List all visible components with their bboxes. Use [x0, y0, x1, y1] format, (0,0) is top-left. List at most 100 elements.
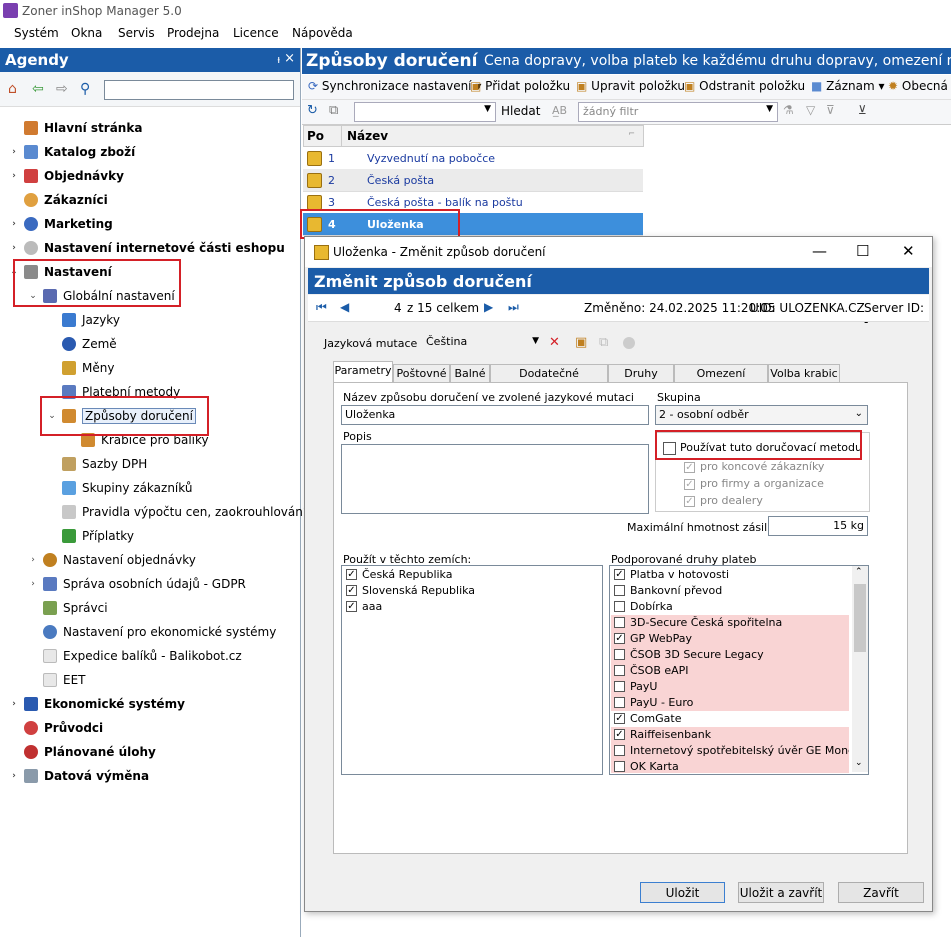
tree-eet[interactable]: EET — [27, 670, 86, 690]
tab-volba-krabic[interactable]: Volba krabic — [768, 364, 840, 383]
description-textarea[interactable] — [341, 444, 649, 514]
tree-planovane-ulohy[interactable]: Plánované úlohy — [8, 742, 156, 762]
payment-checkbox[interactable] — [614, 601, 625, 612]
tree-krabice-pro-baliky[interactable]: Krabice pro balíky — [65, 430, 209, 450]
list-item[interactable]: ✓ Česká Republika — [343, 567, 599, 583]
col-name-header[interactable]: Název ⌐ — [341, 125, 644, 147]
case-icon[interactable]: A̲B — [552, 104, 567, 117]
record-menu[interactable]: ■ Záznam ▾ — [811, 79, 885, 93]
for-firms-checkbox[interactable]: ✓ — [684, 479, 695, 490]
tree-marketing[interactable]: › Marketing — [8, 214, 113, 234]
menu-prodejna[interactable]: Prodejna — [167, 26, 219, 40]
close-button[interactable]: Zavřít — [838, 882, 924, 903]
save-button[interactable]: Uložit — [640, 882, 725, 903]
search-icon[interactable]: ⚲ — [80, 81, 90, 97]
menu-licence[interactable]: Licence — [233, 26, 279, 40]
tree-nastaveni-internetove-casti[interactable]: › Nastavení internetové části eshopu — [8, 238, 285, 258]
tree-ekonomicke-systemy[interactable]: › Ekonomické systémy — [8, 694, 185, 714]
tree-zpusoby-doruceni[interactable]: ⌄ Způsoby doručení — [46, 406, 196, 426]
tree-nastaveni-objednavky[interactable]: › Nastavení objednávky — [27, 550, 196, 570]
tree-datova-vymena[interactable]: › Datová výměna — [8, 766, 149, 786]
tree-jazyky[interactable]: Jazyky — [46, 310, 120, 330]
tree-sazby-dph[interactable]: Sazby DPH — [46, 454, 147, 474]
add-item-button[interactable]: ▣ Přidat položku — [470, 79, 570, 93]
refresh-icon[interactable]: ↻ — [307, 103, 318, 118]
tree-ekonomicke-systemy-nastaveni[interactable]: Nastavení pro ekonomické systémy — [27, 622, 276, 642]
list-item[interactable]: ✓ ComGate — [611, 711, 849, 727]
remove-item-button[interactable]: ▣ Odstranit položku — [684, 79, 805, 93]
menu-napoveda[interactable]: Nápověda — [292, 26, 353, 40]
menu-okna[interactable]: Okna — [71, 26, 102, 40]
home-icon[interactable]: ⌂ — [8, 81, 17, 97]
list-item[interactable]: ✓ Platba v hotovosti — [611, 567, 849, 583]
list-item[interactable]: ✓ Raiffeisenbank — [611, 727, 849, 743]
search-combo[interactable]: ▼ — [354, 102, 496, 122]
tree-katalog-zbozi[interactable]: › Katalog zboží — [8, 142, 135, 162]
record-position[interactable]: 4 — [394, 301, 402, 315]
filter-clear-icon[interactable]: ⊽ — [826, 103, 835, 117]
tree-pravidla-vypoctu[interactable]: Pravidla výpočtu cen, zaokrouhlování — [46, 502, 306, 522]
search-button[interactable]: Hledat — [501, 104, 540, 118]
table-row[interactable]: 1 Vyzvednutí na pobočce — [303, 147, 643, 170]
country-checkbox[interactable]: ✓ — [346, 569, 357, 580]
edit-item-button[interactable]: ▣ Upravit položku — [576, 79, 685, 93]
columns-icon[interactable]: ⧉ — [329, 103, 338, 118]
tab-parametry[interactable]: Parametry — [333, 361, 393, 384]
prev-record-icon[interactable]: ◀ — [340, 300, 349, 314]
delete-icon[interactable]: ✕ — [549, 335, 560, 350]
first-record-icon[interactable]: ⏮ — [316, 300, 327, 315]
last-record-icon[interactable]: ⏭ — [508, 300, 519, 315]
list-item[interactable]: Internetový spotřebitelský úvěr GE Money… — [611, 743, 849, 759]
col-po-header[interactable]: Po — [303, 125, 342, 147]
payment-checkbox[interactable]: ✓ — [614, 729, 625, 740]
list-item[interactable]: 3D-Secure Česká spořitelna — [611, 615, 849, 631]
payment-checkbox[interactable] — [614, 649, 625, 660]
tree-zakaznici[interactable]: Zákazníci — [8, 190, 108, 210]
list-item[interactable]: PayU — [611, 679, 849, 695]
forward-icon[interactable]: ⇨ — [56, 81, 68, 97]
for-end-customers-checkbox[interactable]: ✓ — [684, 462, 695, 473]
list-item[interactable]: Bankovní převod — [611, 583, 849, 599]
tab-dodatecne[interactable]: Dodatečné nastavení — [490, 364, 608, 398]
chevron-down-icon[interactable]: ⌄ — [855, 758, 863, 768]
sync-button[interactable]: ⟳ Synchronizace nastavení ▾ — [308, 79, 481, 93]
menu-servis[interactable]: Servis — [118, 26, 155, 40]
close-icon[interactable]: × — [284, 51, 295, 66]
payment-checkbox[interactable]: ✓ — [614, 713, 625, 724]
list-item[interactable]: ✓ GP WebPay — [611, 631, 849, 647]
country-checkbox[interactable]: ✓ — [346, 585, 357, 596]
payments-scrollbar[interactable]: ⌃ ⌄ — [852, 566, 868, 772]
list-item[interactable]: ČSOB eAPI — [611, 663, 849, 679]
payment-checkbox[interactable] — [614, 665, 625, 676]
tree-hlavni-stranka[interactable]: Hlavní stránka — [8, 118, 142, 138]
tree-skupiny-zakazniku[interactable]: Skupiny zákazníků — [46, 478, 192, 498]
pin-icon[interactable]: ᵼ — [278, 53, 280, 66]
next-record-icon[interactable]: ▶ — [484, 300, 493, 314]
chevron-up-icon[interactable]: ⌃ — [855, 567, 863, 577]
payment-checkbox[interactable] — [614, 761, 625, 772]
tree-globalni-nastaveni[interactable]: ⌄ Globální nastavení — [27, 286, 175, 306]
list-item[interactable]: ČSOB 3D Secure Legacy — [611, 647, 849, 663]
tree-objednavky[interactable]: › Objednávky — [8, 166, 124, 186]
group-select[interactable]: 2 - osobní odběr ⌄ — [655, 405, 868, 425]
copy-icon[interactable]: ⧉ — [599, 335, 608, 350]
payment-checkbox[interactable] — [614, 745, 625, 756]
save-close-button[interactable]: Uložit a zavřít — [738, 882, 824, 903]
payment-checkbox[interactable] — [614, 697, 625, 708]
payment-checkbox[interactable]: ✓ — [614, 569, 625, 580]
max-weight-input[interactable]: 15 kg — [768, 516, 868, 536]
list-item[interactable]: ✓ Slovenská Republika — [343, 583, 599, 599]
general-menu[interactable]: ✹ Obecná — [888, 79, 948, 93]
agendy-search-input[interactable] — [104, 80, 294, 100]
maximize-icon[interactable]: ☐ — [856, 242, 869, 260]
for-dealers-checkbox[interactable]: ✓ — [684, 496, 695, 507]
language-select[interactable]: Čeština ▼ — [423, 333, 543, 353]
tree-spravci[interactable]: Správci — [27, 598, 108, 618]
tree-gdpr[interactable]: › Správa osobních údajů - GDPR — [27, 574, 246, 594]
add-language-icon[interactable]: ▣ — [575, 335, 587, 350]
tree-priplatky[interactable]: Příplatky — [46, 526, 134, 546]
close-icon[interactable]: ✕ — [902, 242, 915, 260]
filter-settings-icon[interactable]: ⊻ — [858, 103, 867, 117]
payment-checkbox[interactable] — [614, 617, 625, 628]
tab-druhy-zbozi[interactable]: Druhy zboží — [608, 364, 674, 398]
